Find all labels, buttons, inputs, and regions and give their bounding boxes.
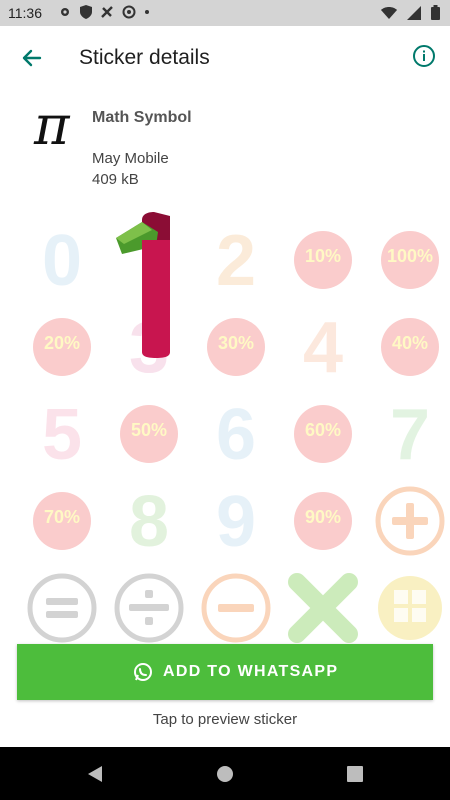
back-nav-icon[interactable] — [84, 763, 106, 785]
sticker-percent-20[interactable]: 20% — [20, 305, 104, 389]
sticker-percent-label: 40% — [391, 333, 429, 353]
sticker-glyph: 6 — [215, 395, 257, 475]
sticker-percent-label: 60% — [304, 420, 342, 440]
sticker-glyph: 2 — [215, 221, 257, 301]
at-sign-icon — [122, 5, 136, 19]
sticker-glyph: 0 — [41, 221, 83, 301]
sticker-digit-2[interactable]: 2 — [194, 218, 278, 302]
sticker-calculator-24[interactable] — [368, 566, 450, 650]
sticker-symbol-19[interactable] — [368, 479, 450, 563]
sticker-percent-90[interactable]: 90% — [281, 479, 365, 563]
sticker-digit-5[interactable]: 5 — [20, 392, 104, 476]
recents-nav-icon[interactable] — [344, 763, 366, 785]
dot-icon — [145, 10, 149, 14]
sticker-symbol-20[interactable] — [20, 566, 104, 650]
pack-tray-icon: π — [34, 94, 70, 157]
sticker-glyph: 8 — [128, 482, 170, 562]
sticker-percent-label: 100% — [386, 246, 434, 266]
shield-icon — [80, 5, 92, 19]
page-title: Sticker details — [79, 46, 210, 69]
sticker-percent-10[interactable]: 10% — [281, 218, 365, 302]
sticker-digit-8[interactable]: 8 — [107, 479, 191, 563]
whatsapp-icon — [134, 663, 152, 681]
tools-icon — [101, 6, 113, 18]
sticker-percent-label: 30% — [217, 333, 255, 353]
sticker-digit-7[interactable]: 7 — [368, 392, 450, 476]
sticker-symbol-x-23[interactable] — [281, 566, 365, 650]
status-time: 11:36 — [8, 5, 42, 21]
navigation-bar — [0, 747, 450, 800]
sticker-digit-4[interactable]: 4 — [281, 305, 365, 389]
sticker-symbol-21[interactable] — [107, 566, 191, 650]
sticker-percent-label: 50% — [130, 420, 168, 440]
calculator-icon — [378, 576, 442, 640]
equals-icon — [27, 573, 97, 643]
selected-sticker-one[interactable] — [112, 212, 178, 358]
sticker-glyph: 4 — [302, 308, 344, 388]
sticker-percent-label: 70% — [43, 507, 81, 527]
signal-icon — [407, 5, 421, 20]
sticker-digit-6[interactable]: 6 — [194, 392, 278, 476]
add-to-whatsapp-button[interactable]: ADD TO WHATSAPP — [17, 644, 433, 700]
pack-publisher: May Mobile — [92, 150, 169, 167]
sticker-percent-label: 90% — [304, 507, 342, 527]
sticker-percent-60[interactable]: 60% — [281, 392, 365, 476]
wifi-icon — [381, 6, 397, 19]
sticker-digit-0[interactable]: 0 — [20, 218, 104, 302]
sticker-symbol-22[interactable] — [194, 566, 278, 650]
sticker-grid: 0210%100%20%330%440%550%660%770%8990% — [20, 218, 445, 643]
status-bar: 11:36 — [0, 0, 450, 26]
pack-header: π Math Symbol May Mobile 409 kB — [0, 92, 450, 202]
sticker-glyph: 7 — [389, 395, 431, 475]
sticker-percent-label: 10% — [304, 246, 342, 266]
info-icon[interactable] — [412, 44, 436, 68]
sticker-percent-50[interactable]: 50% — [107, 392, 191, 476]
sticker-glyph: 5 — [41, 395, 83, 475]
back-arrow-icon[interactable] — [16, 42, 48, 74]
app-bar: Sticker details — [0, 26, 450, 90]
home-nav-icon[interactable] — [214, 763, 236, 785]
sticker-percent-100[interactable]: 100% — [368, 218, 450, 302]
sticker-digit-9[interactable]: 9 — [194, 479, 278, 563]
plus-icon — [375, 486, 445, 556]
preview-hint: Tap to preview sticker — [152, 711, 298, 728]
settings-icon — [61, 8, 69, 16]
sticker-percent-40[interactable]: 40% — [368, 305, 450, 389]
sticker-percent-70[interactable]: 70% — [20, 479, 104, 563]
battery-icon — [431, 5, 440, 20]
pack-name: Math Symbol — [92, 109, 192, 126]
add-to-whatsapp-label: ADD TO WHATSAPP — [163, 663, 339, 680]
sticker-glyph: 9 — [215, 482, 257, 562]
sticker-percent-30[interactable]: 30% — [194, 305, 278, 389]
pack-size: 409 kB — [92, 171, 139, 188]
sticker-percent-label: 20% — [43, 333, 81, 353]
divide-icon — [114, 573, 184, 643]
minus-icon — [201, 573, 271, 643]
multiply-icon — [288, 573, 358, 643]
